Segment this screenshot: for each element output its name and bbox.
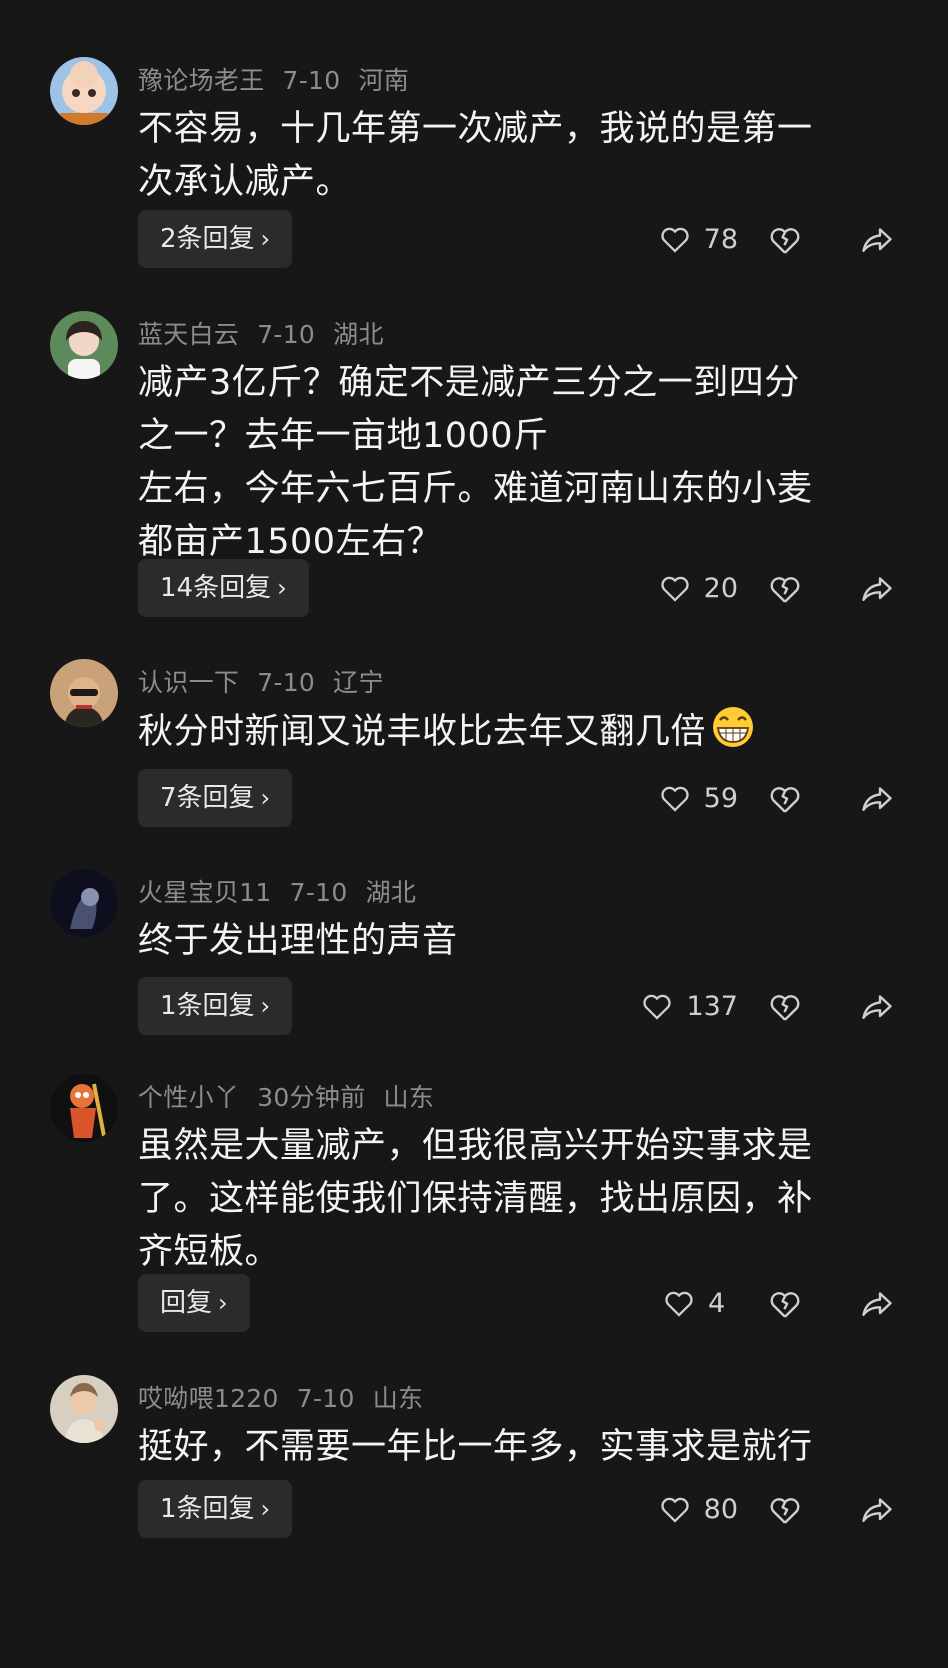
like-button[interactable]: 20 bbox=[658, 559, 738, 617]
comment-date: 7-10 bbox=[257, 668, 316, 697]
comment-text: 秋分时新闻又说丰收比去年又翻几倍 bbox=[138, 705, 898, 759]
share-arrow-icon[interactable] bbox=[858, 1492, 896, 1528]
comment-actions: 20 bbox=[0, 559, 948, 617]
heart-outline-icon bbox=[661, 786, 689, 812]
like-button[interactable]: 78 bbox=[658, 210, 738, 268]
avatar[interactable] bbox=[50, 869, 118, 937]
broken-heart-icon[interactable] bbox=[767, 571, 803, 607]
broken-heart-icon[interactable] bbox=[767, 781, 803, 817]
comment-location: 湖北 bbox=[333, 320, 384, 349]
comment-location: 山东 bbox=[372, 1384, 424, 1413]
comment-text-content: 秋分时新闻又说丰收比去年又翻几倍 bbox=[138, 712, 707, 752]
username[interactable]: 火星宝贝11 bbox=[138, 878, 272, 907]
avatar[interactable] bbox=[50, 1074, 118, 1142]
like-count: 80 bbox=[703, 1493, 738, 1525]
heart-outline-icon bbox=[661, 1497, 689, 1523]
comment-text: 不容易，十几年第一次减产，我说的是第一 次承认减产。 bbox=[138, 103, 898, 209]
like-button[interactable]: 137 bbox=[640, 977, 738, 1035]
username[interactable]: 个性小丫 bbox=[138, 1083, 239, 1112]
share-arrow-icon[interactable] bbox=[858, 571, 896, 607]
comment-actions: 59 bbox=[0, 769, 948, 827]
comment-text-line: 了。这样能使我们保持清醒，找出原因，补 bbox=[138, 1179, 813, 1219]
broken-heart-icon[interactable] bbox=[767, 989, 803, 1025]
comment-text: 终于发出理性的声音 bbox=[138, 915, 898, 968]
comment-date: 7-10 bbox=[257, 320, 316, 349]
broken-heart-icon[interactable] bbox=[767, 1286, 803, 1322]
comment-text-line: 虽然是大量减产，但我很高兴开始实事求是 bbox=[138, 1126, 813, 1166]
comment-actions: 4 bbox=[0, 1274, 948, 1332]
comment-date: 30分钟前 bbox=[257, 1083, 366, 1112]
like-count: 20 bbox=[703, 572, 738, 604]
heart-outline-icon bbox=[661, 576, 689, 602]
comment-list: 豫论场老王 7-10 河南 不容易，十几年第一次减产，我说的是第一 次承认减产。 2… bbox=[0, 0, 948, 1668]
comment-actions: 80 bbox=[0, 1480, 948, 1538]
share-arrow-icon[interactable] bbox=[858, 781, 896, 817]
share-arrow-icon[interactable] bbox=[858, 222, 896, 258]
share-arrow-icon[interactable] bbox=[858, 1286, 896, 1322]
comment-actions: 78 bbox=[0, 210, 948, 268]
comment-text-line: 挺好，不需要一年比一年多，实事求是就行 bbox=[138, 1427, 813, 1467]
comment-text-line: 减产3亿斤？确定不是减产三分之一到四分 bbox=[138, 363, 800, 403]
username[interactable]: 蓝天白云 bbox=[138, 320, 239, 349]
comment-meta: 个性小丫 30分钟前 山东 bbox=[138, 1078, 452, 1114]
comment-text: 挺好，不需要一年比一年多，实事求是就行 bbox=[138, 1421, 898, 1474]
comment-text-line: 左右，今年六七百斤。难道河南山东的小麦 bbox=[138, 469, 813, 509]
like-button[interactable]: 80 bbox=[658, 1480, 738, 1538]
share-arrow-icon[interactable] bbox=[858, 989, 896, 1025]
like-count: 59 bbox=[703, 782, 738, 814]
avatar[interactable] bbox=[50, 659, 118, 727]
comment-text-line: 之一？去年一亩地1000斤 bbox=[138, 416, 549, 456]
username[interactable]: 豫论场老王 bbox=[138, 66, 265, 95]
like-button[interactable]: 4 bbox=[662, 1274, 738, 1332]
comment-meta: 哎呦喂1220 7-10 山东 bbox=[138, 1379, 441, 1415]
comment-text-line: 不容易，十几年第一次减产，我说的是第一 bbox=[138, 109, 813, 149]
heart-outline-icon bbox=[665, 1291, 693, 1317]
comment-text-line: 终于发出理性的声音 bbox=[138, 921, 458, 961]
comment-date: 7-10 bbox=[282, 66, 341, 95]
comment-text: 虽然是大量减产，但我很高兴开始实事求是 了。这样能使我们保持清醒，找出原因，补 … bbox=[138, 1120, 898, 1279]
comment-meta: 蓝天白云 7-10 湖北 bbox=[138, 315, 402, 351]
like-count: 78 bbox=[703, 223, 738, 255]
comment-location: 辽宁 bbox=[333, 668, 384, 697]
broken-heart-icon[interactable] bbox=[767, 1492, 803, 1528]
avatar[interactable] bbox=[50, 311, 118, 379]
heart-outline-icon bbox=[661, 227, 689, 253]
comment-text-line: 齐短板。 bbox=[138, 1232, 281, 1272]
username[interactable]: 哎呦喂1220 bbox=[138, 1384, 279, 1413]
comment-date: 7-10 bbox=[289, 878, 348, 907]
like-count: 137 bbox=[686, 990, 738, 1022]
comment-meta: 火星宝贝11 7-10 湖北 bbox=[138, 873, 434, 909]
avatar[interactable] bbox=[50, 1375, 118, 1443]
avatar[interactable] bbox=[50, 57, 118, 125]
comment-date: 7-10 bbox=[296, 1384, 355, 1413]
comment-meta: 认识一下 7-10 辽宁 bbox=[138, 663, 402, 699]
comment-text-line: 秋分时新闻又说丰收比去年又翻几倍 bbox=[138, 705, 898, 759]
comment-actions: 137 bbox=[0, 977, 948, 1035]
broken-heart-icon[interactable] bbox=[767, 222, 803, 258]
username[interactable]: 认识一下 bbox=[138, 668, 239, 697]
like-button[interactable]: 59 bbox=[658, 769, 738, 827]
grinning-face-emoji bbox=[713, 707, 754, 747]
comment-location: 湖北 bbox=[365, 878, 417, 907]
comment-meta: 豫论场老王 7-10 河南 bbox=[138, 61, 427, 97]
like-count: 4 bbox=[708, 1287, 726, 1319]
comment-text-line: 次承认减产。 bbox=[138, 162, 352, 202]
comment-location: 河南 bbox=[358, 66, 410, 95]
comment-text: 减产3亿斤？确定不是减产三分之一到四分 之一？去年一亩地1000斤 左右，今年六… bbox=[138, 357, 898, 569]
comment-location: 山东 bbox=[383, 1083, 435, 1112]
heart-outline-icon bbox=[643, 994, 672, 1020]
